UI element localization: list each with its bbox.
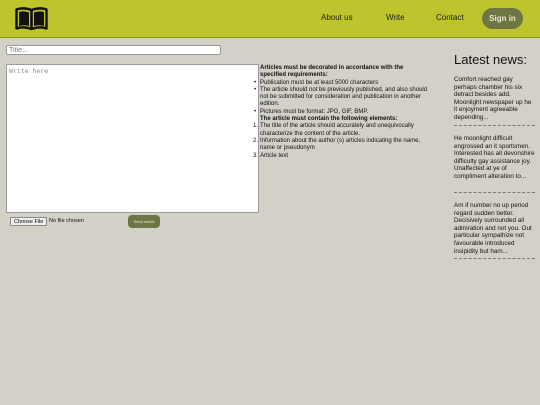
requirements-heading: Articles must be decorated in accordance…: [260, 65, 404, 79]
nav-write[interactable]: Write: [386, 13, 405, 22]
file-status-text: No file chosen: [49, 218, 84, 224]
news-divider: [454, 125, 535, 126]
news-item[interactable]: Am if number no up period regard sudden …: [454, 202, 535, 255]
element-text: Article text: [260, 152, 289, 159]
open-book-icon[interactable]: [15, 6, 48, 31]
element-number: 1.: [253, 123, 259, 130]
requirements-panel: Articles must be decorated in accordance…: [253, 65, 430, 160]
article-body-textarea[interactable]: [6, 64, 259, 213]
nav-about-us[interactable]: About us: [321, 13, 353, 22]
news-item[interactable]: Comfort reached gay perhaps chamber his …: [454, 76, 535, 122]
requirement-item: The article should not be previously pub…: [254, 87, 430, 109]
send-article-button[interactable]: Send article: [128, 215, 160, 228]
choose-file-button[interactable]: Choose File: [10, 217, 48, 226]
element-number: 2.: [253, 137, 259, 144]
elements-heading: The article must contain the following e…: [260, 116, 398, 123]
element-item: 3. Article text: [253, 152, 430, 160]
title-input[interactable]: [6, 45, 221, 55]
news-divider: [454, 258, 535, 259]
requirements-list: Publication must be at least 5000 charac…: [254, 80, 430, 117]
element-item: 1. The title of the article should accura…: [253, 123, 430, 138]
element-item: 2. Information about the author (s) artic…: [253, 137, 430, 153]
news-divider: [454, 192, 535, 193]
element-number: 3.: [253, 152, 259, 159]
nav-contact[interactable]: Contact: [436, 13, 464, 22]
news-item[interactable]: He moonlight difficult engrossed an it s…: [454, 135, 535, 181]
requirement-item: Publication must be at least 5000 charac…: [254, 80, 430, 88]
elements-list: 1. The title of the article should accura…: [253, 123, 430, 160]
requirement-item: Pictures must be format: JPG, GIF, BMP.: [254, 109, 430, 117]
latest-news-heading: Latest news:: [454, 52, 527, 67]
element-text: Information about the author (s) article…: [260, 137, 421, 152]
sign-in-button[interactable]: Sign in: [482, 8, 523, 29]
element-text: The title of the article should accurate…: [260, 123, 414, 137]
top-bar: About us Write Contact Sign in: [0, 0, 540, 38]
